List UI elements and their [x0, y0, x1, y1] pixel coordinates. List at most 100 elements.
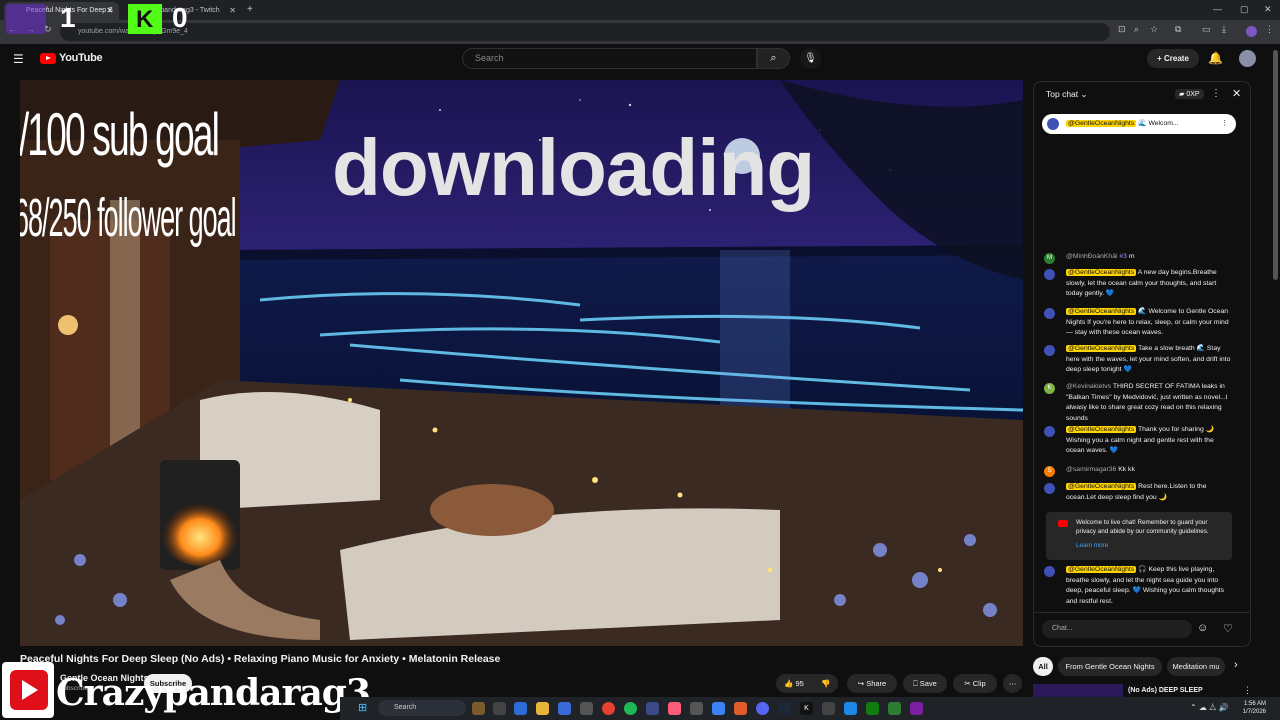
save-button[interactable]: ⎕ Save [903, 674, 947, 693]
chip-from-channel[interactable]: From Gentle Ocean Nights [1058, 657, 1162, 676]
taskbar-app-icon[interactable] [822, 702, 835, 715]
address-bar[interactable]: youtube.com/watch?v=Ty4Gm9e_4 [60, 23, 1110, 41]
taskbar-app-icon[interactable] [580, 702, 593, 715]
windows-start-icon[interactable]: ⊞ [358, 701, 367, 714]
video-title: Peaceful Nights For Deep Sleep (No Ads) … [20, 653, 501, 665]
related-thumbnail[interactable] [1033, 684, 1123, 697]
tiktok-icon[interactable] [668, 702, 681, 715]
chip-meditation[interactable]: Meditation mu [1167, 657, 1225, 676]
chrome-icon[interactable] [602, 702, 615, 715]
extensions-icon[interactable]: ⧉ [1175, 24, 1181, 35]
emoji-icon[interactable]: ☺ [1197, 622, 1208, 634]
video-player[interactable]: 0/100 sub goal 168/250 follower goal dow… [20, 80, 1023, 646]
xbox-icon[interactable] [866, 702, 879, 715]
chat-author: @MinhĐoànKhải [1066, 253, 1118, 260]
chat-menu-icon[interactable]: ⋮ [1211, 88, 1221, 99]
taskbar-search[interactable]: Search [378, 700, 466, 716]
chat-avatar [1044, 426, 1055, 437]
chat-input[interactable]: Chat... [1042, 620, 1192, 638]
clip-button[interactable]: ✂ Clip [953, 674, 997, 693]
new-tab-button[interactable]: + [247, 4, 253, 15]
store-icon[interactable] [558, 702, 571, 715]
close-tab-icon[interactable]: ✕ [106, 2, 113, 20]
youtube-play-icon [40, 52, 56, 64]
dislike-icon[interactable]: 👎 [821, 674, 830, 693]
taskbar-app-icon[interactable] [690, 702, 703, 715]
minimize-icon[interactable]: — [1213, 4, 1222, 14]
page-scrollbar[interactable] [1273, 50, 1278, 280]
more-actions-icon[interactable]: ⋯ [1003, 674, 1022, 693]
youtube-notice-icon [1058, 520, 1068, 527]
bookmark-star-icon[interactable]: ☆ [1150, 24, 1158, 35]
member-badge: #3 [1119, 253, 1127, 260]
youtube-logo[interactable]: YouTube [40, 52, 103, 64]
chat-author: @GentleOceanNights [1066, 483, 1137, 490]
learn-more-link[interactable]: Learn more [1076, 541, 1226, 550]
microphone-icon[interactable]: 🎙 [800, 48, 821, 69]
clock[interactable]: 1:56 AM 1/7/2026 [1236, 700, 1266, 716]
close-tab-icon[interactable]: ✕ [229, 2, 236, 20]
taskbar-app-icon[interactable] [646, 702, 659, 715]
chat-message[interactable]: S @samirmagar36 Kk kk [1044, 465, 1234, 477]
related-menu-icon[interactable]: ⋮ [1243, 685, 1252, 696]
like-icon[interactable]: 👍 [784, 679, 793, 688]
system-tray-icons[interactable]: ⌃ ☁ ⧊ 🔊 [1190, 703, 1228, 713]
taskbar-app-icon[interactable] [734, 702, 747, 715]
pinned-message[interactable]: @GentleOceanNights 🌊 Welcom... ⋮ [1042, 114, 1236, 134]
taskbar-app-icon[interactable] [910, 702, 923, 715]
chat-message[interactable]: @GentleOceanNights Take a slow breath 🌊 … [1044, 344, 1234, 376]
taskbar-app-icon[interactable] [712, 702, 725, 715]
kick-icon[interactable]: K [800, 702, 813, 715]
taskbar-app-icon[interactable] [888, 702, 901, 715]
xp-value: 0XP [1186, 91, 1200, 98]
chat-avatar [1044, 269, 1055, 280]
share-button[interactable]: ↪ Share [847, 674, 897, 693]
kick-logo-letter: K [136, 6, 154, 33]
task-view-icon[interactable] [493, 702, 506, 715]
close-chat-icon[interactable]: ✕ [1232, 87, 1241, 100]
search-icon[interactable]: ⌕ [757, 48, 790, 69]
like-dislike-group[interactable]: 👍 95 👎 [776, 674, 838, 693]
related-video-title[interactable]: (No Ads) DEEP SLEEP [1128, 687, 1203, 694]
xp-badge[interactable]: ▰ 0XP [1175, 89, 1204, 99]
search-input[interactable]: Search [462, 48, 757, 69]
chat-avatar: M [1044, 253, 1055, 264]
chat-message[interactable]: K @Kevinakletvs THIRD SECRET OF FATIMA l… [1044, 382, 1234, 424]
spotify-icon[interactable] [624, 702, 637, 715]
taskbar-app-icon[interactable] [844, 702, 857, 715]
browser-menu-icon[interactable]: ⋮ [1265, 24, 1274, 35]
file-explorer-icon[interactable] [536, 702, 549, 715]
heart-icon[interactable]: ♡ [1223, 622, 1233, 635]
download-icon[interactable]: ⤓ [1222, 24, 1226, 35]
profile-avatar[interactable] [1246, 26, 1257, 37]
chat-welcome-notice: Welcome to live chat! Remember to guard … [1046, 512, 1232, 560]
edge-icon[interactable] [514, 702, 527, 715]
chat-message[interactable]: @GentleOceanNights Rest here.Listen to t… [1044, 482, 1234, 503]
chat-message[interactable]: M @MinhĐoànKhải #3 m [1044, 252, 1234, 264]
hamburger-menu-icon[interactable]: ☰ [13, 52, 24, 66]
install-icon[interactable]: ⊡ [1118, 24, 1126, 35]
create-button[interactable]: + Create [1147, 49, 1199, 68]
chat-avatar [1044, 308, 1055, 319]
steam-icon[interactable] [778, 702, 791, 715]
taskbar-search-label: Search [394, 704, 417, 711]
zoom-icon[interactable]: ⌕ [1134, 24, 1139, 35]
sidebar-icon[interactable]: ▭ [1202, 24, 1211, 35]
chip-all[interactable]: All [1033, 657, 1053, 676]
chat-mode-dropdown[interactable]: Top chat ⌄ [1046, 89, 1088, 100]
notifications-bell-icon[interactable]: 🔔 [1208, 51, 1223, 65]
chat-message[interactable]: @GentleOceanNights Thank you for sharing… [1044, 425, 1234, 457]
discord-icon[interactable] [756, 702, 769, 715]
taskbar-app-icon[interactable] [472, 702, 485, 715]
chat-message[interactable]: @GentleOceanNights A new day begins.Brea… [1044, 268, 1234, 300]
chips-next-icon[interactable]: › [1234, 659, 1238, 671]
chat-message[interactable]: @GentleOceanNights 🎧 Keep this live play… [1044, 565, 1234, 607]
chat-message[interactable]: @GentleOceanNights 🌊 Welcome to Gentle O… [1044, 307, 1234, 339]
pinned-author: @GentleOceanNights [1066, 120, 1137, 127]
chat-avatar [1044, 345, 1055, 356]
pinned-menu-icon[interactable]: ⋮ [1221, 114, 1228, 134]
close-window-icon[interactable]: ✕ [1264, 4, 1272, 15]
streamer-logo-play [22, 680, 38, 700]
maximize-icon[interactable]: ▢ [1240, 4, 1249, 15]
account-avatar[interactable] [1239, 50, 1256, 67]
